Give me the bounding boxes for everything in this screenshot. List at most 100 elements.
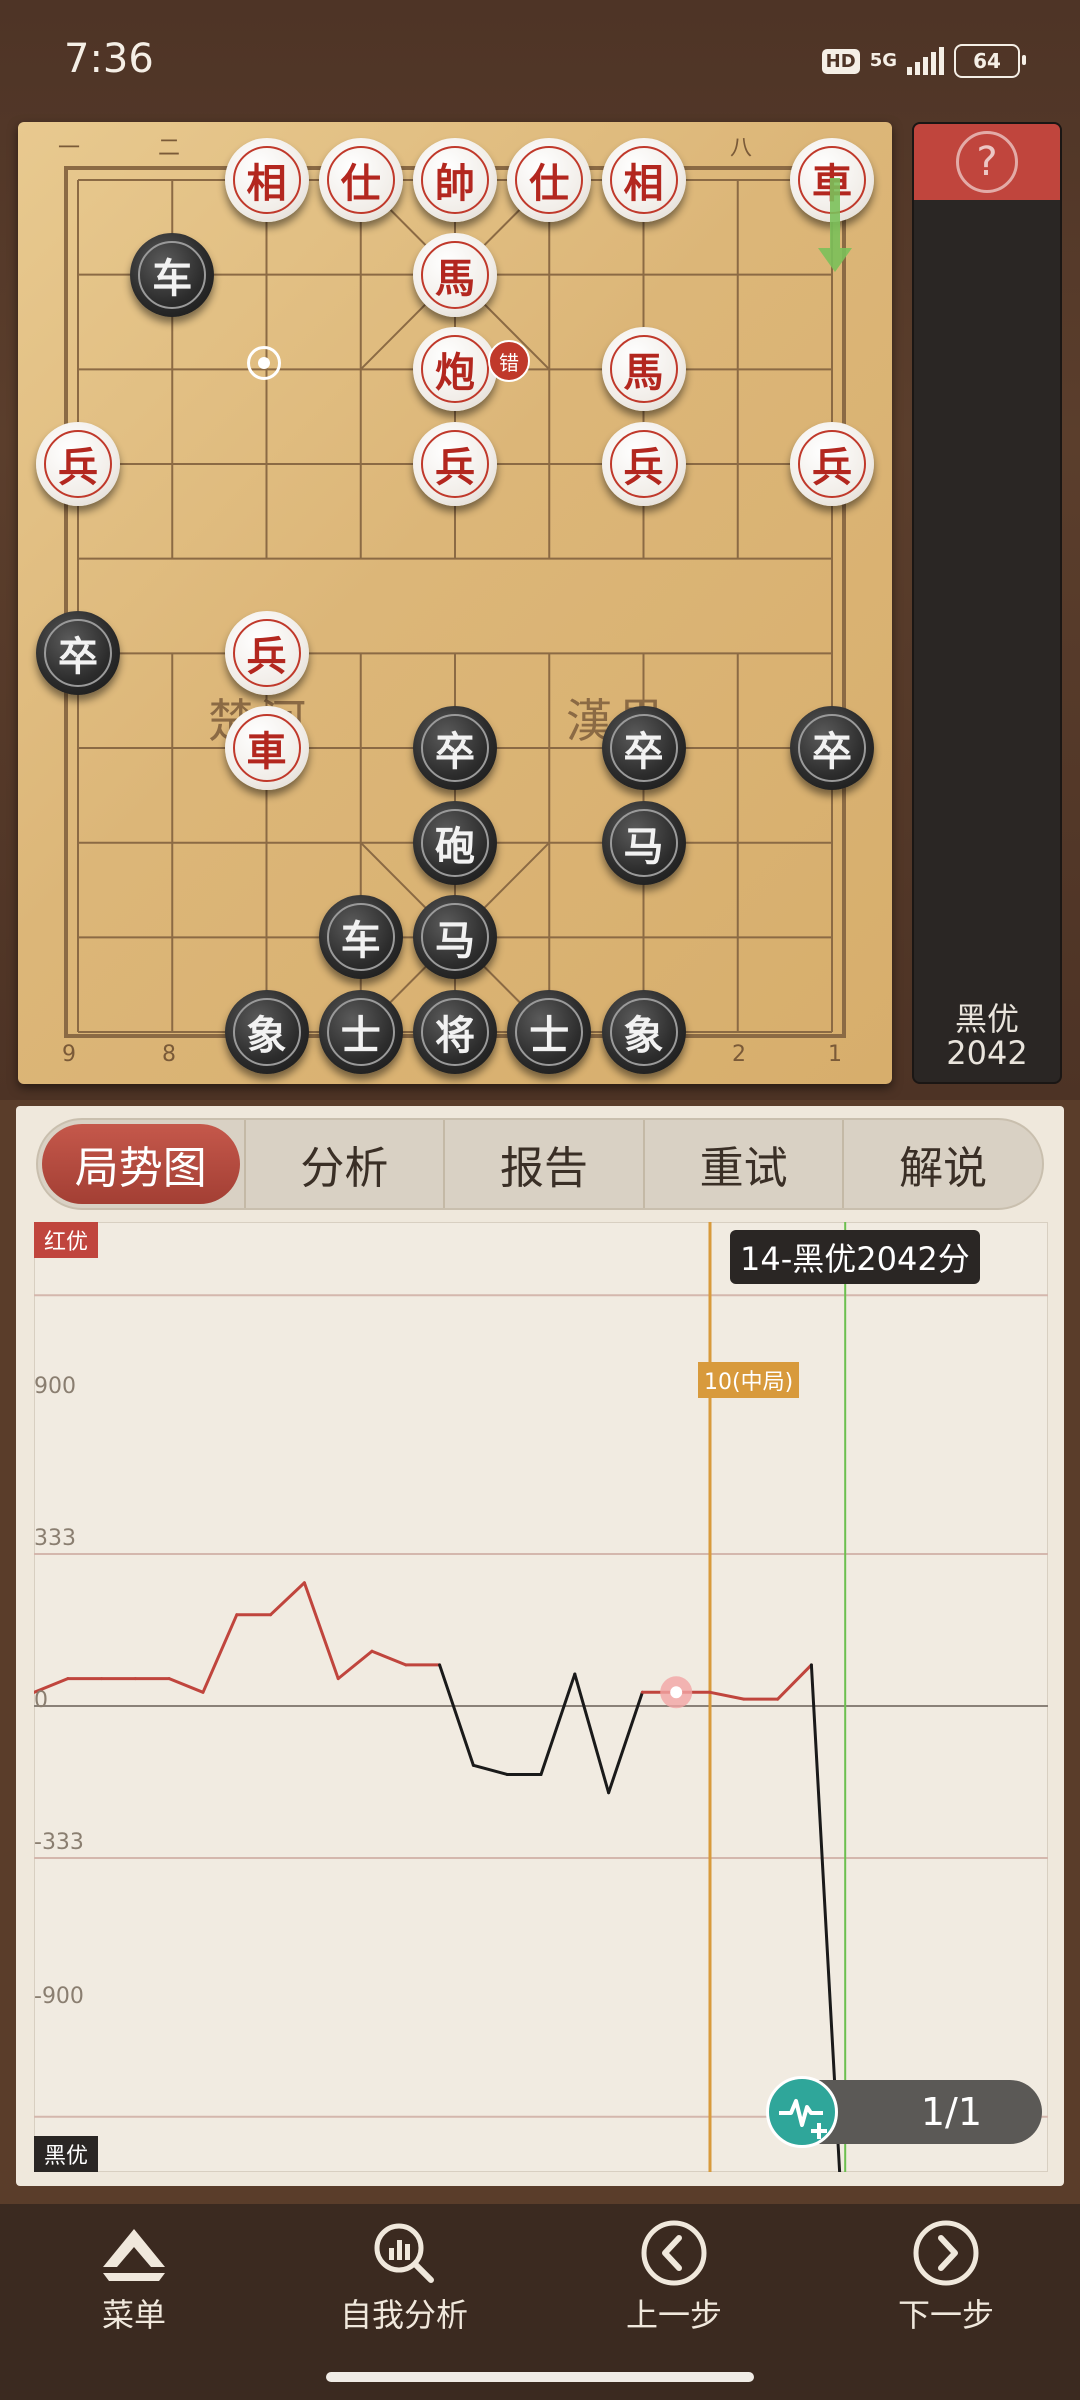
black-piece[interactable]: 车 <box>130 232 215 317</box>
red-piece[interactable]: 仕 <box>318 138 403 222</box>
ytick-label: -333 <box>34 1830 84 1855</box>
piece-label: 仕 <box>529 160 570 207</box>
black-piece[interactable]: 象 <box>601 990 686 1075</box>
red-piece[interactable]: 兵 <box>224 611 309 696</box>
black-piece[interactable]: 卒 <box>36 611 120 696</box>
battery-icon: 64 <box>954 44 1026 78</box>
selected-move-point-core <box>670 1686 683 1699</box>
red-piece[interactable]: 兵 <box>601 422 686 506</box>
analysis-tabs: 局势图 分析 报告 重试 解说 <box>36 1118 1044 1210</box>
file-label-top-1: 一 <box>58 136 81 161</box>
menu-label: 菜单 <box>101 2296 166 2334</box>
move-origin-marker[interactable] <box>247 346 281 380</box>
home-indicator[interactable] <box>326 2372 754 2382</box>
xiangqi-board[interactable]: 楚河 漢界 一 二 八 9 8 2 1 相仕帥仕相車车馬炮馬兵兵兵兵卒兵車卒卒卒… <box>18 122 892 1084</box>
pulse-add-icon[interactable] <box>766 2076 838 2148</box>
ytick-label: -900 <box>34 1984 84 2009</box>
piece-label: 卒 <box>58 633 98 681</box>
black-piece[interactable]: 将 <box>413 990 497 1075</box>
red-piece[interactable]: 車 <box>224 706 309 791</box>
network-label: 5G <box>869 50 897 71</box>
red-piece[interactable]: 兵 <box>413 422 497 506</box>
piece-label: 帥 <box>435 160 475 207</box>
next-step-label: 下一步 <box>897 2296 994 2334</box>
advantage-score: 2042 <box>946 1034 1028 1072</box>
tab-analysis[interactable]: 分析 <box>243 1120 444 1208</box>
red-piece[interactable]: 相 <box>224 138 309 222</box>
red-piece[interactable]: 馬 <box>601 327 686 412</box>
black-piece[interactable]: 车 <box>318 895 403 980</box>
red-piece[interactable]: 兵 <box>36 422 120 506</box>
piece-label: 卒 <box>812 728 852 776</box>
error-badge: 错 <box>488 340 530 382</box>
file-label-bottom-1: 1 <box>828 1042 842 1067</box>
red-piece[interactable]: 馬 <box>413 232 497 317</box>
black-piece[interactable]: 卒 <box>790 706 874 791</box>
piece-label: 车 <box>152 254 193 302</box>
status-time: 7:36 <box>64 36 154 82</box>
tab-situation-chart[interactable]: 局势图 <box>42 1124 240 1204</box>
piece-label: 相 <box>246 160 287 207</box>
piece-label: 砲 <box>435 822 475 870</box>
tab-commentary[interactable]: 解说 <box>842 1120 1042 1208</box>
black-piece[interactable]: 士 <box>507 990 592 1075</box>
piece-label: 兵 <box>812 444 852 491</box>
ytick-label: 333 <box>34 1526 76 1551</box>
black-piece[interactable]: 马 <box>413 895 497 980</box>
red-piece[interactable]: 車 <box>790 138 874 222</box>
bottom-nav: 菜单 自我分析 上一步 下一步 <box>0 2204 1080 2400</box>
help-button[interactable]: ? <box>914 124 1060 200</box>
red-piece[interactable]: 相 <box>601 138 686 222</box>
self-analysis-icon <box>369 2218 439 2288</box>
piece-label: 卒 <box>623 728 664 776</box>
battery-level: 64 <box>973 49 1001 73</box>
black-piece[interactable]: 卒 <box>601 706 686 791</box>
black-piece[interactable]: 马 <box>601 800 686 885</box>
signal-icon <box>907 47 944 75</box>
red-advantage-tag: 红优 <box>34 1222 99 1258</box>
self-analysis-label: 自我分析 <box>339 2296 468 2334</box>
score-tooltip: 14-黑优2042分 <box>730 1230 980 1284</box>
tab-report[interactable]: 报告 <box>443 1120 643 1208</box>
piece-label: 馬 <box>435 254 475 302</box>
piece-label: 兵 <box>58 444 98 491</box>
piece-label: 車 <box>812 160 852 207</box>
ytick-label: 900 <box>34 1374 76 1399</box>
status-icons: HD 5G 64 <box>821 44 1026 78</box>
evaluation-chart[interactable] <box>34 1222 1048 2172</box>
menu-button[interactable]: 菜单 <box>34 2218 234 2336</box>
black-piece[interactable]: 象 <box>224 990 309 1075</box>
evaluation-side-panel: ? 黑优 2042 <box>912 122 1062 1084</box>
piece-label: 士 <box>529 1012 570 1060</box>
file-label-bottom-9: 9 <box>62 1042 76 1067</box>
piece-label: 兵 <box>623 444 664 491</box>
black-advantage-tag: 黑优 <box>34 2136 99 2172</box>
file-label-top-2: 二 <box>158 136 181 161</box>
tab-retry[interactable]: 重试 <box>642 1120 843 1208</box>
red-piece[interactable]: 仕 <box>507 138 592 222</box>
next-step-button[interactable]: 下一步 <box>846 2218 1046 2336</box>
piece-label: 馬 <box>623 349 664 397</box>
piece-label: 车 <box>340 917 381 965</box>
black-piece[interactable]: 砲 <box>413 800 497 885</box>
previous-step-button[interactable]: 上一步 <box>574 2218 774 2336</box>
file-label-bottom-2: 2 <box>732 1042 746 1067</box>
menu-icon <box>99 2218 169 2288</box>
black-piece[interactable]: 卒 <box>413 706 497 791</box>
file-label-top-8: 八 <box>730 136 753 161</box>
red-piece[interactable]: 兵 <box>790 422 874 506</box>
hd-icon: HD <box>821 48 860 74</box>
piece-label: 象 <box>246 1012 287 1060</box>
red-piece[interactable]: 帥 <box>413 138 497 222</box>
analysis-panel: 局势图 分析 报告 重试 解说 红优 黑优 900 333 0 -333 -90… <box>16 1106 1064 2186</box>
black-piece[interactable]: 士 <box>318 990 403 1075</box>
piece-label: 象 <box>623 1012 664 1060</box>
status-bar: 7:36 HD 5G 64 <box>0 0 1080 120</box>
piece-label: 相 <box>623 160 664 207</box>
piece-label: 将 <box>435 1012 475 1060</box>
piece-label: 士 <box>340 1012 381 1060</box>
piece-label: 仕 <box>340 160 381 207</box>
red-piece[interactable]: 炮 <box>413 327 497 412</box>
self-analysis-button[interactable]: 自我分析 <box>304 2218 504 2336</box>
previous-step-label: 上一步 <box>625 2296 722 2334</box>
